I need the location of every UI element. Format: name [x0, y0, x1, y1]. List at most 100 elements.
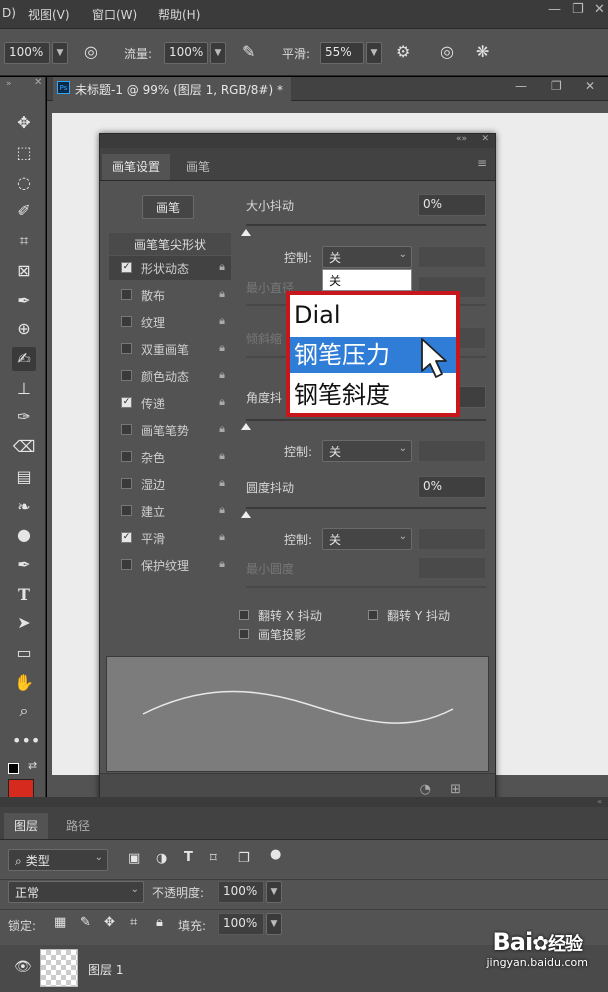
hand-tool-icon[interactable]: ✋: [12, 671, 36, 695]
close-toolbox-icon[interactable]: ✕: [34, 77, 42, 88]
lock-icon[interactable]: 🔒︎: [219, 476, 225, 490]
filter-adjustment-icon[interactable]: ◑: [156, 851, 167, 866]
brush-presets-button[interactable]: 画笔: [142, 195, 194, 219]
minimize-icon[interactable]: —: [548, 2, 561, 17]
smooth-dropdown[interactable]: ▼: [366, 42, 382, 64]
pen-tool-icon[interactable]: ✒: [12, 553, 36, 577]
brush-tool-icon[interactable]: ✍: [12, 347, 36, 371]
lock-pixels-icon[interactable]: ✎: [80, 915, 91, 930]
list-item-texture[interactable]: 纹理 🔒︎: [109, 310, 231, 334]
new-brush-icon[interactable]: ⊞: [450, 782, 461, 797]
dropdown-option-dial[interactable]: Dial: [290, 297, 456, 333]
flow-field[interactable]: 100%: [164, 42, 208, 64]
lock-icon[interactable]: 🔒︎: [219, 395, 225, 409]
close-icon[interactable]: ✕: [594, 2, 605, 17]
gradient-tool-icon[interactable]: ▤: [12, 465, 36, 489]
menu-item-help[interactable]: 帮助(H): [158, 6, 200, 23]
brush-tip-shape-item[interactable]: 画笔笔尖形状: [109, 233, 231, 255]
dodge-tool-icon[interactable]: ●: [12, 523, 36, 547]
size-jitter-field[interactable]: 0%: [418, 194, 486, 216]
blur-tool-icon[interactable]: ❧: [12, 495, 36, 519]
list-item-shape-dynamics[interactable]: ✓ 形状动态 🔒︎: [109, 256, 231, 280]
checkbox[interactable]: [121, 370, 132, 381]
checkbox[interactable]: [121, 451, 132, 462]
checkbox[interactable]: [121, 559, 132, 570]
layer-opacity-dropdown[interactable]: ▼: [266, 881, 282, 903]
frame-tool-icon[interactable]: ⊠: [12, 259, 36, 283]
fill-dropdown[interactable]: ▼: [266, 913, 282, 935]
opacity-field[interactable]: 100%: [4, 42, 50, 64]
rectangle-tool-icon[interactable]: ▭: [12, 641, 36, 665]
lock-icon[interactable]: 🔒︎: [219, 557, 225, 571]
pressure-size-icon[interactable]: ◎: [440, 42, 454, 61]
panel-collapse-icon[interactable]: «»: [456, 134, 467, 144]
list-item-dual-brush[interactable]: 双重画笔 🔒︎: [109, 337, 231, 361]
lock-icon[interactable]: 🔒︎: [219, 530, 225, 544]
zoom-tool-icon[interactable]: ⌕: [12, 699, 36, 723]
roundness-jitter-slider-thumb[interactable]: [241, 511, 251, 518]
move-tool-icon[interactable]: ✥: [12, 111, 36, 135]
checkbox[interactable]: [121, 505, 132, 516]
control-dropdown-current[interactable]: 关: [322, 269, 412, 291]
tab-paths[interactable]: 路径: [56, 813, 100, 839]
doc-minimize-icon[interactable]: —: [515, 79, 527, 93]
more-tools-icon[interactable]: •••: [12, 729, 40, 753]
control2-select[interactable]: 关 ⌄: [322, 440, 412, 462]
marquee-tool-icon[interactable]: ⬚: [12, 141, 36, 165]
size-jitter-slider-thumb[interactable]: [241, 229, 251, 236]
list-item-smoothing[interactable]: ✓ 平滑 🔒︎: [109, 526, 231, 550]
lock-all-icon[interactable]: 🔒︎: [156, 915, 163, 930]
swap-colors-icon[interactable]: ⇄: [28, 759, 37, 772]
collapse-icon[interactable]: »: [6, 79, 12, 89]
layers-collapse-icon[interactable]: «: [597, 797, 602, 806]
tab-layers[interactable]: 图层: [4, 813, 49, 839]
stamp-tool-icon[interactable]: ⊥: [12, 377, 36, 401]
restore-icon[interactable]: ❐: [572, 2, 584, 17]
control3-select[interactable]: 关 ⌄: [322, 528, 412, 550]
path-select-tool-icon[interactable]: ➤: [12, 611, 36, 635]
size-jitter-slider[interactable]: [246, 224, 486, 226]
lock-icon[interactable]: 🔒︎: [219, 341, 225, 355]
flip-y-checkbox[interactable]: [368, 610, 378, 620]
opacity-dropdown[interactable]: ▼: [52, 42, 68, 64]
panel-close-icon[interactable]: ✕: [481, 134, 489, 144]
list-item-transfer[interactable]: ✓ 传递 🔒︎: [109, 391, 231, 415]
toggle-preview-icon[interactable]: ◔: [420, 782, 431, 797]
gear-icon[interactable]: ⚙: [396, 42, 410, 61]
checkbox[interactable]: [121, 478, 132, 489]
tab-brushes[interactable]: 画笔: [176, 154, 220, 180]
brush-projection-checkbox[interactable]: [239, 629, 249, 639]
menu-item-view[interactable]: 视图(V): [28, 6, 70, 23]
list-item-color-dynamics[interactable]: 颜色动态 🔒︎: [109, 364, 231, 388]
list-item-build-up[interactable]: 建立 🔒︎: [109, 499, 231, 523]
list-item-scattering[interactable]: 散布 🔒︎: [109, 283, 231, 307]
lock-icon[interactable]: 🔒︎: [219, 314, 225, 328]
lock-icon[interactable]: 🔒︎: [219, 287, 225, 301]
list-item-noise[interactable]: 杂色 🔒︎: [109, 445, 231, 469]
blend-mode-select[interactable]: 正常 ⌄: [8, 881, 144, 903]
layer-opacity-field[interactable]: 100%: [218, 881, 264, 903]
list-item-protect-texture[interactable]: 保护纹理 🔒︎: [109, 553, 231, 577]
list-item-wet-edges[interactable]: 湿边 🔒︎: [109, 472, 231, 496]
lock-icon[interactable]: 🔒︎: [219, 260, 225, 274]
layer-name[interactable]: 图层 1: [88, 961, 123, 978]
default-colors-icon[interactable]: [8, 763, 19, 774]
doc-restore-icon[interactable]: ❐: [551, 79, 562, 93]
foreground-color-swatch[interactable]: [8, 779, 34, 799]
lock-icon[interactable]: 🔒︎: [219, 422, 225, 436]
panel-menu-icon[interactable]: ≡: [477, 156, 487, 170]
eye-icon[interactable]: 👁︎: [14, 959, 32, 975]
lock-transparency-icon[interactable]: ▦: [54, 915, 66, 930]
angle-jitter-slider[interactable]: [246, 419, 486, 421]
airbrush-icon[interactable]: ✎: [242, 42, 255, 61]
roundness-jitter-field[interactable]: 0%: [418, 476, 486, 498]
flow-dropdown[interactable]: ▼: [210, 42, 226, 64]
checkbox[interactable]: [121, 289, 132, 300]
quick-select-tool-icon[interactable]: ✐: [12, 199, 36, 223]
filter-type-icon[interactable]: T: [184, 850, 193, 865]
menu-item-window[interactable]: 窗口(W): [92, 6, 137, 23]
roundness-jitter-slider[interactable]: [246, 507, 486, 509]
fill-field[interactable]: 100%: [218, 913, 264, 935]
checkbox[interactable]: [121, 316, 132, 327]
eraser-tool-icon[interactable]: ⌫: [12, 435, 36, 459]
